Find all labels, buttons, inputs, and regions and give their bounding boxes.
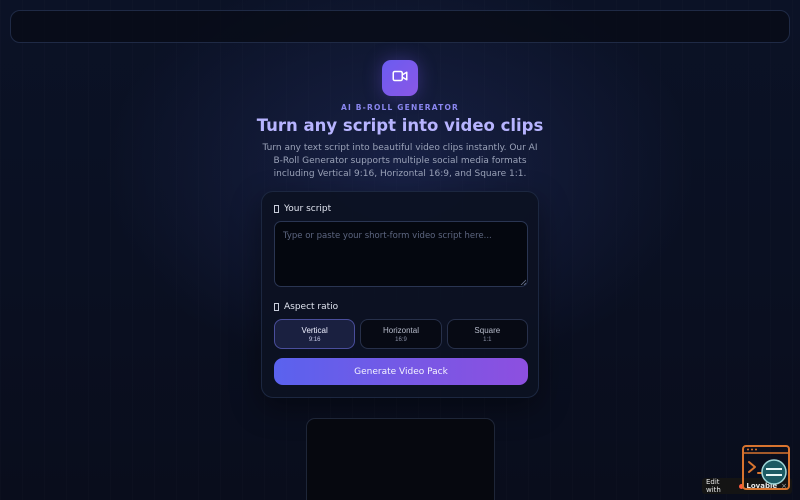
app-logo [382,60,418,96]
script-input[interactable] [274,221,528,287]
aspect-ratio-selector: Vertical 9:16 Horizontal 16:9 Square 1:1 [274,319,528,349]
generate-video-pack-button[interactable]: Generate Video Pack [274,358,528,385]
ratio-option-value: 9:16 [308,336,321,343]
script-label: Your script [274,204,331,214]
ratio-option-name: Horizontal [382,325,419,335]
eyebrow-label: AI B-ROLL GENERATOR [340,103,460,112]
generator-form-card: Your script Aspect ratio Vertical 9:16 H… [261,191,539,398]
ratio-option-value: 1:1 [483,336,492,343]
ratio-option-value: 16:9 [395,336,407,343]
badge-prefix: Edit with [706,478,721,494]
aspect-ratio-label-text: Aspect ratio [284,302,339,312]
script-label-text: Your script [284,204,332,214]
ratio-option-name: Vertical [301,325,328,335]
terminal-widget[interactable] [742,445,790,490]
resize-handle-icon[interactable] [520,279,526,285]
terminal-icon [742,445,790,490]
page-subtitle: Turn any text script into beautiful vide… [262,143,538,179]
ratio-option-name: Square [474,325,501,335]
top-navigation-bar [10,10,790,43]
file-text-icon [274,205,279,213]
ratio-option-square[interactable]: Square 1:1 [446,319,528,349]
video-preview-panel [306,418,495,500]
aspect-ratio-label: Aspect ratio [274,302,338,312]
ratio-icon [274,303,279,311]
ratio-option-horizontal[interactable]: Horizontal 16:9 [360,319,442,349]
video-camera-icon [391,67,409,89]
ratio-option-vertical[interactable]: Vertical 9:16 [274,319,356,349]
page-title: Turn any script into video clips [256,116,544,135]
